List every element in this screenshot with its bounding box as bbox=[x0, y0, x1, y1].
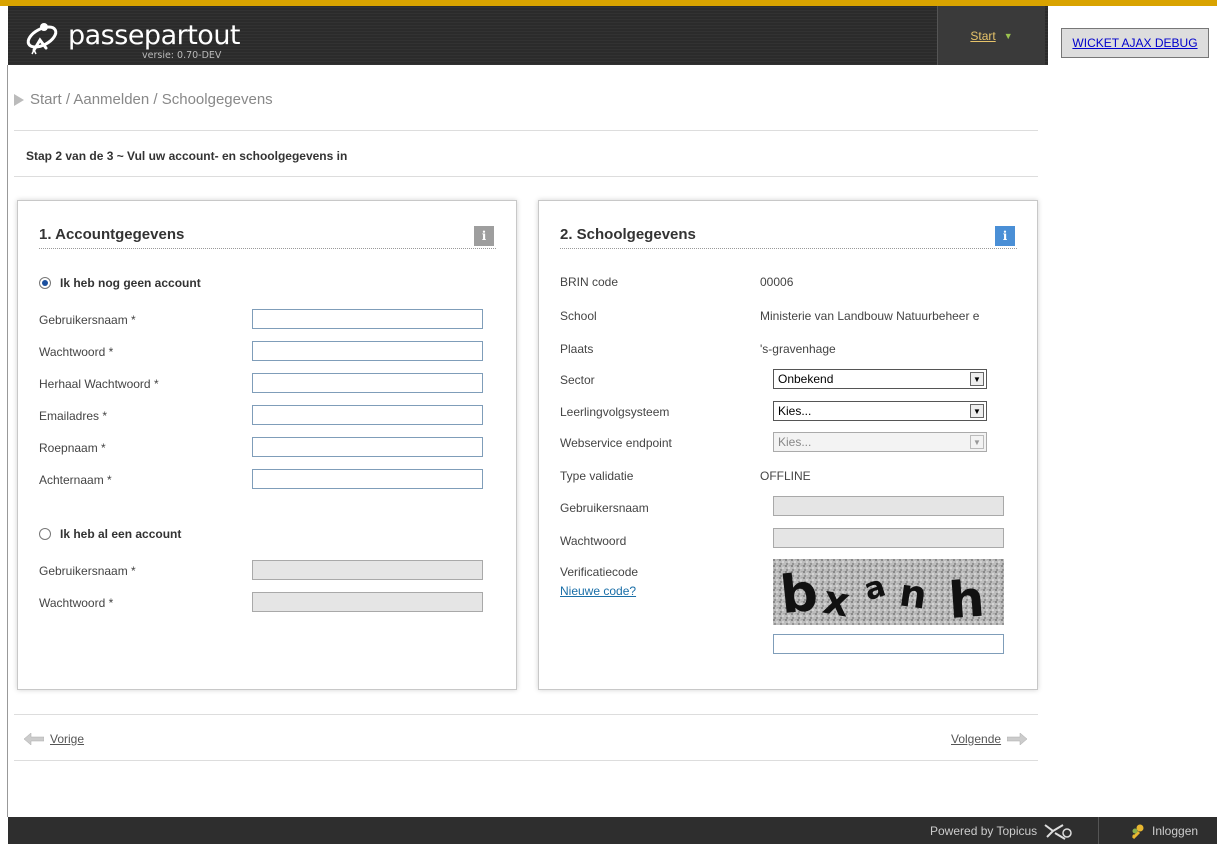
no-account-label: Ik heb nog geen account bbox=[60, 276, 201, 290]
wicket-ajax-debug-button[interactable]: WICKET AJAX DEBUG bbox=[1061, 28, 1209, 58]
existing-password-input bbox=[252, 592, 483, 612]
page-left-border bbox=[7, 65, 8, 817]
school-password-input bbox=[773, 528, 1004, 548]
divider bbox=[14, 714, 1038, 715]
login-button[interactable]: Inloggen bbox=[1130, 817, 1198, 844]
new-username-input[interactable] bbox=[252, 309, 483, 329]
email-input[interactable] bbox=[252, 405, 483, 425]
first-name-input[interactable] bbox=[252, 437, 483, 457]
school-label: School bbox=[560, 309, 597, 323]
validation-value: OFFLINE bbox=[760, 469, 811, 483]
panel-title-rule bbox=[560, 248, 1017, 249]
user-key-icon bbox=[1131, 824, 1144, 839]
school-panel: 2. Schoolgegevens i BRIN code 00006 Scho… bbox=[538, 200, 1038, 690]
sector-label: Sector bbox=[560, 373, 595, 387]
existing-username-label: Gebruikersnaam * bbox=[39, 564, 136, 578]
endpoint-select: Kies... ▼ bbox=[773, 432, 987, 452]
arrow-right-icon bbox=[1007, 733, 1028, 745]
chevron-down-icon[interactable]: ▼ bbox=[1004, 31, 1013, 41]
verification-label: Verificatiecode bbox=[560, 565, 639, 579]
new-password-input[interactable] bbox=[252, 341, 483, 361]
step-title: Stap 2 van de 3 ~ Vul uw account- en sch… bbox=[26, 149, 348, 163]
lvs-select-value: Kies... bbox=[778, 404, 812, 418]
divider bbox=[14, 130, 1038, 131]
last-name-label: Achternaam * bbox=[39, 473, 112, 487]
account-panel: 1. Accountgegevens i Ik heb nog geen acc… bbox=[17, 200, 517, 690]
dropdown-arrow-icon[interactable]: ▼ bbox=[970, 404, 984, 418]
school-panel-title: 2. Schoolgegevens bbox=[560, 226, 696, 243]
wicket-ajax-debug-link[interactable]: WICKET AJAX DEBUG bbox=[1072, 36, 1197, 50]
svg-text:h: h bbox=[947, 570, 987, 625]
svg-text:b: b bbox=[777, 563, 820, 625]
sector-select[interactable]: Onbekend ▼ bbox=[773, 369, 987, 389]
start-menu-link[interactable]: Start bbox=[970, 29, 995, 43]
app-name: passepartout bbox=[68, 20, 241, 51]
info-icon[interactable]: i bbox=[995, 226, 1015, 246]
topicus-logo-icon bbox=[1044, 823, 1072, 840]
existing-username-input bbox=[252, 560, 483, 580]
endpoint-select-value: Kies... bbox=[778, 435, 812, 449]
verification-code-input[interactable] bbox=[773, 634, 1004, 654]
place-value: 's-gravenhage bbox=[760, 342, 836, 356]
arrow-left-icon bbox=[24, 733, 44, 745]
school-username-input bbox=[773, 496, 1004, 516]
divider bbox=[14, 176, 1038, 177]
endpoint-label: Webservice endpoint bbox=[560, 436, 672, 450]
dropdown-arrow-icon[interactable]: ▼ bbox=[970, 372, 984, 386]
divider bbox=[14, 760, 1038, 761]
powered-by-text: Powered by Topicus bbox=[930, 823, 1038, 838]
has-account-label: Ik heb al een account bbox=[60, 527, 182, 541]
passepartout-logo-icon bbox=[26, 23, 58, 55]
lvs-select[interactable]: Kies... ▼ bbox=[773, 401, 987, 421]
sector-select-value: Onbekend bbox=[778, 372, 834, 386]
triangle-right-icon bbox=[14, 93, 24, 106]
place-label: Plaats bbox=[560, 342, 594, 356]
no-account-radio[interactable] bbox=[39, 277, 51, 289]
footer: Powered by Topicus Inloggen bbox=[8, 817, 1217, 844]
account-panel-title: 1. Accountgegevens bbox=[39, 226, 185, 243]
dropdown-arrow-icon: ▼ bbox=[970, 435, 984, 449]
last-name-input[interactable] bbox=[252, 469, 483, 489]
app-header: passepartout versie: 0.70-DEV Start ▼ bbox=[8, 6, 1048, 65]
brin-value: 00006 bbox=[760, 275, 794, 289]
powered-by[interactable]: Powered by Topicus bbox=[930, 817, 1073, 844]
repeat-password-input[interactable] bbox=[252, 373, 483, 393]
new-code-link[interactable]: Nieuwe code? bbox=[560, 584, 636, 598]
captcha-image: b x a n h bbox=[773, 559, 1004, 625]
school-username-label: Gebruikersnaam bbox=[560, 501, 649, 515]
app-version: versie: 0.70-DEV bbox=[142, 50, 222, 61]
next-button[interactable]: Volgende bbox=[951, 732, 1028, 746]
info-icon[interactable]: i bbox=[474, 226, 494, 246]
existing-password-label: Wachtwoord * bbox=[39, 596, 114, 610]
has-account-radio[interactable] bbox=[39, 528, 51, 540]
new-username-label: Gebruikersnaam * bbox=[39, 313, 136, 327]
validation-label: Type validatie bbox=[560, 469, 634, 483]
new-password-label: Wachtwoord * bbox=[39, 345, 114, 359]
school-password-label: Wachtwoord bbox=[560, 534, 627, 548]
breadcrumb-text: Start / Aanmelden / Schoolgegevens bbox=[30, 91, 273, 108]
school-value: Ministerie van Landbouw Natuurbeheer e bbox=[760, 309, 980, 323]
repeat-password-label: Herhaal Wachtwoord * bbox=[39, 377, 159, 391]
lvs-label: Leerlingvolgsysteem bbox=[560, 405, 670, 419]
first-name-label: Roepnaam * bbox=[39, 441, 106, 455]
no-account-option[interactable]: Ik heb nog geen account bbox=[39, 276, 201, 290]
has-account-option[interactable]: Ik heb al een account bbox=[39, 527, 181, 541]
email-label: Emailadres * bbox=[39, 409, 108, 423]
brin-label: BRIN code bbox=[560, 275, 619, 289]
footer-separator bbox=[1098, 817, 1099, 844]
panel-title-rule bbox=[39, 248, 496, 249]
start-menu[interactable]: Start ▼ bbox=[937, 6, 1045, 65]
prev-link[interactable]: Vorige bbox=[50, 732, 84, 746]
prev-button[interactable]: Vorige bbox=[24, 732, 84, 746]
breadcrumb: Start / Aanmelden / Schoolgegevens bbox=[14, 91, 273, 108]
login-label[interactable]: Inloggen bbox=[1152, 824, 1198, 838]
next-link[interactable]: Volgende bbox=[951, 732, 1001, 746]
